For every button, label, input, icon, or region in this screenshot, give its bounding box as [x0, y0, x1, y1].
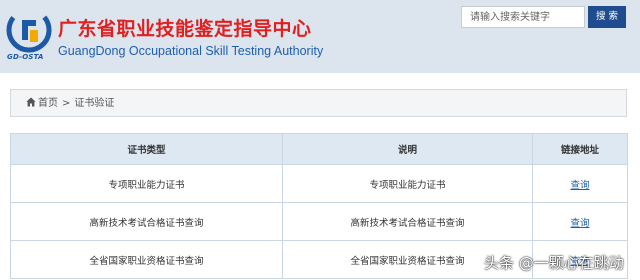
- site-title: 广东省职业技能鉴定指导中心: [58, 18, 312, 40]
- watermark-text: 头条 @一颗心在跳动: [484, 254, 624, 272]
- certificate-type-cell: 专项职业能力证书: [10, 164, 283, 203]
- link-cell: 查询: [532, 164, 628, 203]
- link-cell: 查询: [532, 202, 628, 241]
- certificate-type-cell: 全省国家职业资格证书查询: [10, 240, 283, 279]
- column-header-description: 说明: [282, 133, 533, 165]
- home-icon[interactable]: [26, 97, 36, 107]
- search-input[interactable]: [461, 6, 585, 28]
- query-link[interactable]: 查询: [570, 180, 589, 191]
- query-link[interactable]: 查询: [570, 218, 589, 229]
- breadcrumb: 首页 > 证书验证: [10, 89, 627, 117]
- certificate-type-cell: 高新技术考试合格证书查询: [10, 202, 283, 241]
- table-row: 专项职业能力证书 专项职业能力证书 查询: [10, 164, 628, 203]
- gd-osta-logo-icon[interactable]: [6, 6, 52, 58]
- description-cell: 高新技术考试合格证书查询: [282, 202, 533, 241]
- logo-caption: GD-OSTA: [7, 53, 44, 61]
- breadcrumb-home-link[interactable]: 首页: [38, 98, 58, 109]
- breadcrumb-current: 证书验证: [74, 98, 115, 109]
- site-subtitle: GuangDong Occupational Skill Testing Aut…: [58, 44, 324, 58]
- breadcrumb-separator: >: [62, 98, 71, 109]
- column-header-type: 证书类型: [10, 133, 283, 165]
- search-button[interactable]: 搜 索: [588, 6, 626, 28]
- description-cell: 专项职业能力证书: [282, 164, 533, 203]
- column-header-link: 链接地址: [532, 133, 628, 165]
- table-row: 高新技术考试合格证书查询 高新技术考试合格证书查询 查询: [10, 202, 628, 241]
- table-header-row: 证书类型 说明 链接地址: [10, 133, 628, 165]
